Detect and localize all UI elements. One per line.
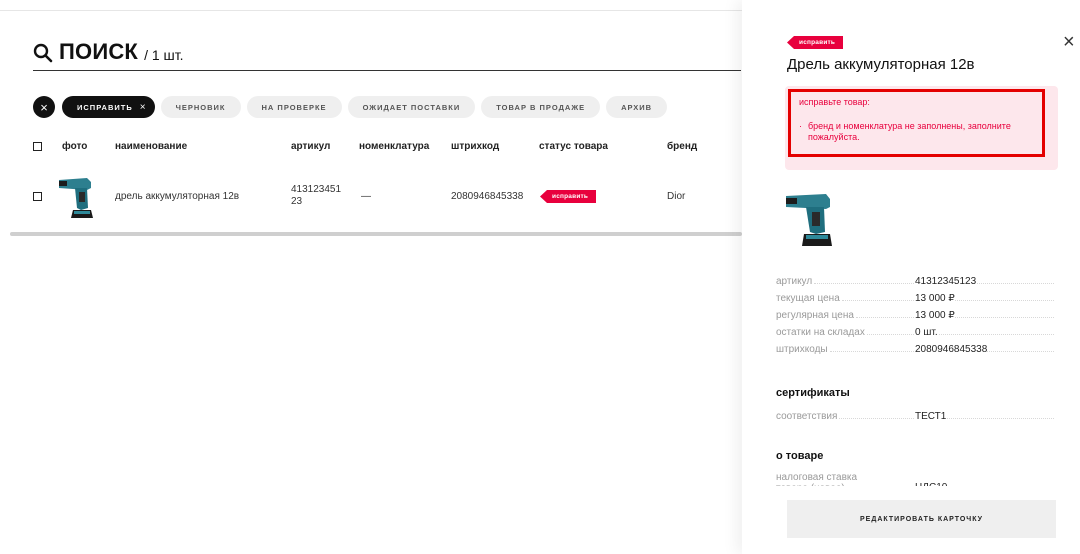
product-nomenclature: —	[361, 191, 371, 202]
horizontal-scrollbar[interactable]	[10, 232, 742, 236]
filter-chip-awaiting[interactable]: ОЖИДАЕТ ПОСТАВКИ	[347, 96, 476, 118]
search-title: ПОИСК	[59, 39, 139, 64]
prop-value: 13 000 ₽	[914, 293, 955, 304]
prop-value: 13 000 ₽	[914, 310, 955, 321]
status-filters: × ИСПРАВИТЬ × ЧЕРНОВИК НА ПРОВЕРКЕ ОЖИДА…	[33, 96, 668, 118]
prop-row: текущая цена 13 000 ₽	[776, 287, 1056, 304]
filter-chip-label: ИСПРАВИТЬ	[77, 102, 133, 112]
filter-chip-archive[interactable]: АРХИВ	[606, 96, 668, 118]
column-header-status[interactable]: статус товара	[539, 141, 608, 152]
clear-filters-button[interactable]: ×	[33, 96, 55, 118]
section-title-about: о товаре	[776, 450, 824, 462]
product-properties: артикул 41312345123 текущая цена 13 000 ₽ …	[776, 270, 1056, 355]
close-icon: ×	[40, 99, 48, 115]
fix-alert: исправьте товар: · бренд и номенклатура …	[788, 89, 1045, 157]
column-header-nomenclature[interactable]: номенклатура	[359, 141, 429, 152]
search-header[interactable]: ПОИСК / 1 шт.	[33, 38, 741, 71]
close-icon[interactable]: ×	[1063, 32, 1075, 52]
close-icon[interactable]: ×	[140, 102, 147, 113]
filter-chip-label: ЧЕРНОВИК	[175, 102, 226, 112]
alert-message-text: бренд и номенклатура не заполнены, запол…	[808, 121, 1011, 142]
prop-row: соответствия ТЕСТ1	[776, 405, 1056, 422]
prop-row: остатки на складах 0 шт.	[776, 321, 1056, 338]
select-all-checkbox[interactable]	[33, 142, 42, 151]
prop-label: остатки на складах	[776, 327, 865, 338]
product-photo	[786, 194, 832, 246]
product-article: 413123451 23	[291, 184, 341, 208]
column-header-barcode[interactable]: штрихкод	[451, 141, 499, 152]
search-icon[interactable]	[33, 43, 53, 63]
column-header-article[interactable]: артикул	[291, 141, 330, 152]
prop-label: регулярная цена	[776, 310, 854, 321]
prop-label: соответствия	[776, 411, 838, 422]
prop-row: штрихкоды 2080946845338	[776, 338, 1056, 355]
section-title-certificates: сертификаты	[776, 387, 850, 399]
filter-chip-label: ТОВАР В ПРОДАЖЕ	[496, 102, 586, 112]
prop-value: ТЕСТ1	[914, 411, 947, 422]
product-detail-panel: × исправить Дрель аккумуляторная 12в исп…	[742, 0, 1080, 554]
table-header: фото наименование артикул номенклатура ш…	[33, 139, 741, 155]
product-title: Дрель аккумуляторная 12в	[787, 56, 975, 73]
filter-chip-label: НА ПРОВЕРКЕ	[261, 102, 327, 112]
column-header-name[interactable]: наименование	[115, 141, 187, 152]
prop-value: 2080946845338	[914, 344, 988, 355]
filter-chip-draft[interactable]: ЧЕРНОВИК	[160, 96, 241, 118]
prop-row: регулярная цена 13 000 ₽	[776, 304, 1056, 321]
filter-chip-fix[interactable]: ИСПРАВИТЬ ×	[62, 96, 155, 118]
alert-message: · бренд и номенклатура не заполнены, зап…	[799, 121, 1034, 143]
prop-label: артикул	[776, 276, 813, 287]
filter-chip-label: ОЖИДАЕТ ПОСТАВКИ	[362, 102, 461, 112]
product-name[interactable]: дрель аккумуляторная 12в	[115, 191, 239, 202]
certificate-properties: соответствия ТЕСТ1	[776, 405, 1056, 422]
bullet: ·	[799, 121, 802, 131]
filter-chip-on-sale[interactable]: ТОВАР В ПРОДАЖЕ	[481, 96, 601, 118]
edit-card-button[interactable]: РЕДАКТИРОВАТЬ КАРТОЧКУ	[787, 500, 1056, 538]
table-row[interactable]: дрель аккумуляторная 12в 413123451 23 — …	[33, 170, 741, 222]
search-result-count: / 1 шт.	[144, 47, 184, 63]
status-badge: исправить	[787, 36, 844, 49]
product-brand: Dior	[667, 191, 686, 202]
filter-chip-label: АРХИВ	[621, 102, 653, 112]
article-line: 413123451	[291, 184, 342, 195]
column-header-photo[interactable]: фото	[62, 141, 87, 152]
column-header-brand[interactable]: бренд	[667, 141, 697, 152]
prop-label: штрихкоды	[776, 344, 828, 355]
prop-label: текущая цена	[776, 293, 840, 304]
prop-value: 41312345123	[914, 276, 977, 287]
status-badge: исправить	[540, 190, 597, 203]
alert-title: исправьте товар:	[799, 97, 870, 107]
product-barcode: 2080946845338	[451, 191, 524, 202]
row-checkbox[interactable]	[33, 192, 42, 201]
prop-row: артикул 41312345123	[776, 270, 1056, 287]
product-photo	[59, 178, 93, 218]
filter-chip-review[interactable]: НА ПРОВЕРКЕ	[246, 96, 342, 118]
product-list-area: ПОИСК / 1 шт. × ИСПРАВИТЬ × ЧЕРНОВИК НА …	[0, 0, 742, 554]
article-line: 23	[291, 196, 303, 207]
prop-value: 0 шт.	[914, 327, 938, 338]
